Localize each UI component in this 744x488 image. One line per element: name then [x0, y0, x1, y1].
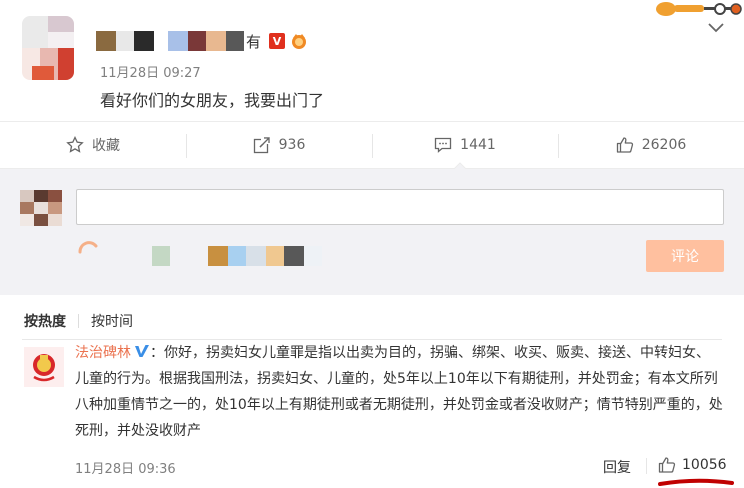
commenter-username[interactable]: 法治碑林	[75, 345, 131, 361]
comment-like-button[interactable]: 10056	[658, 456, 727, 474]
reply-button[interactable]: 回复	[603, 457, 631, 477]
post-action-bar: 收藏 936 1441 26206	[0, 121, 744, 169]
comment-count: 1441	[460, 137, 496, 153]
like-button[interactable]: 26206	[558, 122, 744, 168]
comment-input[interactable]	[76, 189, 724, 225]
tab-divider	[78, 314, 79, 328]
comment-like-count: 10056	[682, 457, 727, 473]
comment-sort-tabs: 按热度 按时间	[24, 311, 133, 331]
author-name-tail: 有	[246, 32, 262, 51]
red-underline-annotation	[658, 478, 734, 486]
emoji-icon[interactable]	[76, 238, 100, 262]
comment-bubble-icon	[435, 137, 452, 153]
composer-toolbar[interactable]	[208, 246, 322, 266]
verified-badge-icon[interactable]	[134, 343, 150, 359]
comment-text: ：你好，拐卖妇女儿童罪是指以出卖为目的，拐骗、绑架、收买、贩卖、接送、中转妇女、…	[75, 345, 723, 439]
star-icon	[66, 136, 84, 153]
thumbs-up-icon	[658, 457, 676, 473]
submit-comment-button[interactable]: 评论	[646, 240, 724, 272]
decorative-doodle-icon	[656, 2, 742, 16]
author-name[interactable]: 有 V	[78, 28, 309, 54]
member-crown-icon[interactable]	[289, 32, 309, 50]
comment-action-divider	[646, 458, 647, 474]
like-count: 26206	[641, 137, 687, 153]
favorite-button[interactable]: 收藏	[0, 122, 186, 168]
my-avatar[interactable]	[20, 190, 62, 226]
commenter-avatar[interactable]	[24, 347, 64, 387]
chevron-down-icon[interactable]	[707, 22, 725, 34]
vip-badge-icon[interactable]: V	[269, 33, 286, 49]
thumbs-up-icon	[616, 137, 633, 153]
repost-button[interactable]: 936	[186, 122, 372, 168]
comment-body: 法治碑林 ：你好，拐卖妇女儿童罪是指以出卖为目的，拐骗、绑架、收买、贩卖、接送、中…	[75, 340, 723, 444]
author-avatar[interactable]	[22, 16, 74, 80]
post-text: 看好你们的女朋友，我要出门了	[100, 91, 325, 110]
tab-sort-by-time[interactable]: 按时间	[91, 311, 133, 331]
favorite-label: 收藏	[92, 138, 120, 154]
image-tool-icon[interactable]	[152, 246, 170, 266]
repost-count: 936	[278, 137, 306, 153]
share-icon	[253, 137, 270, 154]
tab-sort-by-hot[interactable]: 按热度	[24, 311, 66, 331]
comment-composer	[0, 169, 744, 295]
post-timestamp[interactable]: 11月28日 09:27	[100, 62, 201, 81]
comment-timestamp: 11月28日 09:36	[75, 462, 176, 477]
